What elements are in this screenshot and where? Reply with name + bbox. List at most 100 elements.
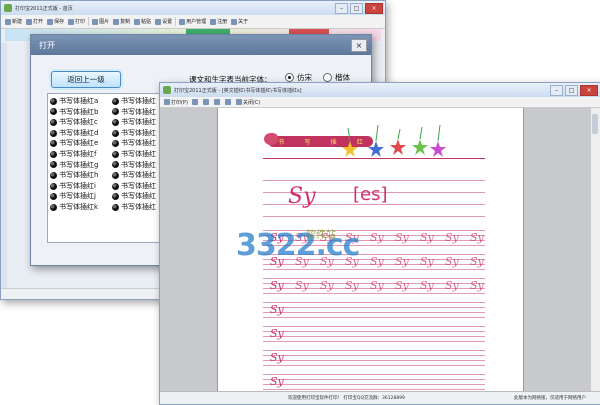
file-item[interactable]: 书写体插红 <box>112 138 156 149</box>
toolbar-separator <box>175 17 177 26</box>
file-item[interactable]: 书写体插红e <box>50 138 98 149</box>
file-item[interactable]: 书写体插红f <box>50 149 98 160</box>
status-bar: 欢迎使用打印宝软件打印！ 打印宝QQ交流群：36128899 此版本为网络版，仅… <box>160 391 600 404</box>
guide-line <box>263 326 485 327</box>
back-up-button[interactable]: 返回上一级 <box>51 71 121 88</box>
toolbar-button-user[interactable]: 用户管理 <box>177 18 208 25</box>
minimize-button[interactable]: – <box>550 85 563 96</box>
back-window-titlebar: 打印宝2011正式版 - 首页 – □ × <box>1 1 385 15</box>
guide-line <box>263 180 485 181</box>
toolbar-button-paste[interactable]: 粘贴 <box>132 18 153 25</box>
file-item[interactable]: 书写体插红d <box>50 128 98 139</box>
star-icon <box>390 128 406 155</box>
preview-title: 打印宝2011正式版 - [英文插红\书写体插红\书写体插红s] <box>174 87 302 94</box>
guide-line <box>263 360 485 361</box>
toolbar-label: 图片 <box>99 19 110 25</box>
guide-line <box>263 341 485 342</box>
toolbar-button-close[interactable]: 关闭(C) <box>234 99 262 106</box>
file-item[interactable]: 书写体插红 <box>112 202 156 213</box>
practice-letter: Sy <box>445 279 459 292</box>
toolbar-button-save[interactable]: 保存 <box>45 18 66 25</box>
file-name: 书写体插红b <box>59 107 99 116</box>
phonetic-text: [es] <box>353 184 388 205</box>
star-icon <box>412 126 428 155</box>
guide-line <box>263 331 485 332</box>
print-icon <box>164 99 170 105</box>
practice-letter: Sy <box>270 279 284 292</box>
file-name: 书写体插红e <box>59 139 99 148</box>
toolbar-label: 保存 <box>54 19 65 25</box>
toolbar-button-setup[interactable]: 设置 <box>153 18 174 25</box>
user-icon <box>179 18 186 25</box>
radio-icon <box>285 73 294 82</box>
toolbar-button-image[interactable]: 图片 <box>90 18 111 25</box>
file-item[interactable]: 书写体插红g <box>50 160 98 171</box>
maximize-button[interactable]: □ <box>350 3 363 14</box>
zoom-out-icon <box>202 99 209 105</box>
scroll-thumb[interactable] <box>592 114 598 134</box>
header-underline <box>263 158 485 159</box>
file-name: 书写体插红 <box>121 181 156 190</box>
toolbar-button-zoom-in[interactable] <box>190 99 201 105</box>
dialog-close-button[interactable]: × <box>351 39 367 52</box>
file-item[interactable]: 书写体插红 <box>112 128 156 139</box>
title-char: 书 <box>278 139 285 146</box>
open-icon <box>26 18 33 25</box>
file-icon <box>112 108 119 116</box>
toolbar-button-next[interactable] <box>223 99 234 105</box>
zoom-in-icon <box>191 99 198 105</box>
guide-line <box>263 312 485 313</box>
file-column-1: 书写体插红a 书写体插红b 书写体插红c 书写体插红d 书写体插红e 书写体插红f 书写体插… <box>50 96 98 213</box>
app-icon <box>4 4 12 12</box>
file-item[interactable]: 书写体插红 <box>112 149 156 160</box>
file-item[interactable]: 书写体插红 <box>112 170 156 181</box>
maximize-button[interactable]: □ <box>565 85 578 96</box>
preview-toolbar: 打印(P) 关闭(C) <box>160 97 600 108</box>
practice-letter: Sy <box>470 231 484 244</box>
minimize-button[interactable]: – <box>335 3 348 14</box>
toolbar-button-open[interactable]: 打开 <box>24 18 45 25</box>
close-button[interactable]: × <box>580 85 598 96</box>
file-item[interactable]: 书写体插红 <box>112 107 156 118</box>
file-icon <box>50 182 57 190</box>
toolbar-button-register[interactable]: 注册 <box>208 18 229 25</box>
file-item[interactable]: 书写体插红i <box>50 181 98 192</box>
preview-window-controls: – □ × <box>550 85 598 96</box>
close-button[interactable]: × <box>365 3 383 14</box>
toolbar-button-new[interactable]: 新建 <box>3 18 24 25</box>
left-scrollbar[interactable] <box>1 43 7 299</box>
file-item[interactable]: 书写体插红h <box>50 170 98 181</box>
app-icon <box>163 86 171 94</box>
toolbar-button-zoom-out[interactable] <box>201 99 212 105</box>
dialog-titlebar: 打开 × <box>31 35 371 55</box>
practice-letter: Sy <box>295 279 309 292</box>
vertical-scrollbar[interactable] <box>590 108 600 392</box>
star-icon <box>368 124 384 157</box>
file-item[interactable]: 书写体插红j <box>50 191 98 202</box>
toolbar-button-prev[interactable] <box>212 99 223 105</box>
file-icon <box>112 171 119 179</box>
toolbar-label: 关闭(C) <box>242 99 261 106</box>
close-icon <box>235 99 242 105</box>
right-margin-pane <box>522 108 591 392</box>
file-icon <box>112 161 119 169</box>
file-item[interactable]: 书写体插红a <box>50 96 98 107</box>
file-item[interactable]: 书写体插红 <box>112 191 156 202</box>
file-item[interactable]: 书写体插红 <box>112 96 156 107</box>
file-item[interactable]: 书写体插红k <box>50 202 98 213</box>
toolbar-button-about[interactable]: 关于 <box>229 18 250 25</box>
print-preview-window: 打印宝2011正式版 - [英文插红\书写体插红\书写体插红s] – □ × 打… <box>159 82 600 405</box>
practice-letter: Sy <box>395 231 409 244</box>
file-item[interactable]: 书写体插红b <box>50 107 98 118</box>
file-item[interactable]: 书写体插红 <box>112 117 156 128</box>
practice-letter: Sy <box>420 255 434 268</box>
file-item[interactable]: 书写体插红c <box>50 117 98 128</box>
guide-line <box>263 389 485 390</box>
toolbar-button-print[interactable]: 打印 <box>66 18 87 25</box>
toolbar-button-print[interactable]: 打印(P) <box>162 99 190 106</box>
file-item[interactable]: 书写体插红 <box>112 160 156 171</box>
toolbar-button-copy[interactable]: 复制 <box>111 18 132 25</box>
file-item[interactable]: 书写体插红 <box>112 181 156 192</box>
guide-line <box>263 216 485 217</box>
file-icon <box>50 203 57 211</box>
